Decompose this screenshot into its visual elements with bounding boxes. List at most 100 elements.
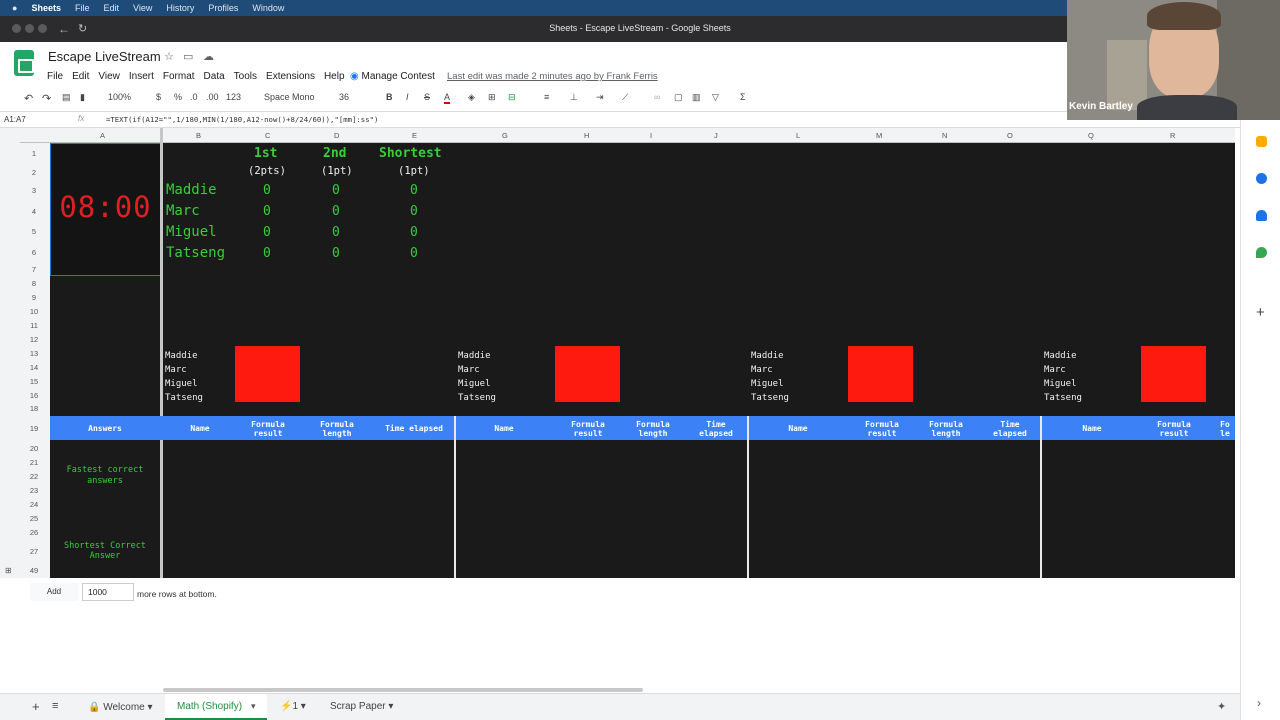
col-header-m[interactable]: M <box>876 131 882 140</box>
font-size-select[interactable]: 36 <box>339 92 349 102</box>
col-header-a[interactable]: A <box>100 131 105 140</box>
tab-dropdown-icon[interactable]: ▾ <box>251 701 256 712</box>
add-rows-button[interactable]: Add <box>30 583 78 601</box>
mac-menu-profiles[interactable]: Profiles <box>208 3 238 13</box>
row-header[interactable]: 13 <box>20 349 48 358</box>
row-header[interactable]: 8 <box>20 279 48 288</box>
all-sheets-icon[interactable]: ≡ <box>52 700 58 712</box>
col-header-n[interactable]: N <box>942 131 947 140</box>
col-header-c[interactable]: C <box>265 131 270 140</box>
increase-decimal-button[interactable]: .00 <box>206 92 219 102</box>
row-header[interactable]: 25 <box>20 514 48 523</box>
sheets-logo-icon[interactable] <box>14 50 34 76</box>
valign-icon[interactable]: ⊥ <box>570 92 578 103</box>
maps-icon[interactable] <box>1256 247 1267 258</box>
mac-menu-view[interactable]: View <box>133 3 152 13</box>
formula-input[interactable]: =TEXT(if(A12="",1/180,MIN(1/180,A12-now(… <box>106 115 378 124</box>
chart-icon[interactable]: ▥ <box>692 92 701 103</box>
row-header[interactable]: 6 <box>20 248 48 257</box>
tasks-icon[interactable] <box>1256 173 1267 184</box>
undo-icon[interactable]: ↶ <box>24 92 33 105</box>
tab-math-shopify[interactable]: Math (Shopify) ▾ <box>165 694 267 720</box>
mac-menu-file[interactable]: File <box>75 3 90 13</box>
menu-insert[interactable]: Insert <box>129 71 154 85</box>
row-header[interactable]: 9 <box>20 293 48 302</box>
menu-data[interactable]: Data <box>204 71 225 85</box>
row-header[interactable]: 23 <box>20 486 48 495</box>
tab-welcome[interactable]: 🔒 Welcome ▾ <box>88 702 153 713</box>
decrease-decimal-button[interactable]: .0 <box>190 92 198 102</box>
menu-tools[interactable]: Tools <box>234 71 257 85</box>
row-header[interactable]: 3 <box>20 186 48 195</box>
app-menu[interactable]: Sheets <box>31 3 61 13</box>
col-header-q[interactable]: Q <box>1088 131 1094 140</box>
zoom-select[interactable]: 100% <box>108 92 131 102</box>
row-header[interactable]: 22 <box>20 472 48 481</box>
format-select[interactable]: 123 <box>226 92 241 102</box>
row-header[interactable]: 12 <box>20 335 48 344</box>
col-header-o[interactable]: O <box>1007 131 1013 140</box>
document-title[interactable]: Escape LiveStream <box>48 49 161 64</box>
print-icon[interactable]: ▤ <box>62 92 71 103</box>
merge-cells-icon[interactable]: ⊟ <box>508 92 516 103</box>
contacts-icon[interactable] <box>1256 210 1267 221</box>
text-color-button[interactable]: A <box>444 92 451 104</box>
row-header[interactable]: 14 <box>20 363 48 372</box>
tab-scrap-paper[interactable]: Scrap Paper ▾ <box>330 701 393 712</box>
redo-icon[interactable]: ↷ <box>42 92 51 105</box>
row-header[interactable]: 15 <box>20 377 48 386</box>
row-header[interactable]: 16 <box>20 391 48 400</box>
comment-icon[interactable]: ▢ <box>674 92 683 103</box>
col-header-e[interactable]: E <box>412 131 417 140</box>
row-header[interactable]: 5 <box>20 227 48 236</box>
expand-rows-icon[interactable]: ⊞ <box>5 566 12 575</box>
menu-view[interactable]: View <box>98 71 120 85</box>
apple-icon[interactable]: ● <box>12 3 17 13</box>
strikethrough-button[interactable]: S <box>424 92 430 102</box>
cloud-status-icon[interactable]: ☁ <box>203 50 214 63</box>
filter-icon[interactable]: ▽ <box>712 92 719 103</box>
functions-button[interactable]: Σ <box>740 92 746 102</box>
row-header[interactable]: 2 <box>20 168 48 177</box>
row-header[interactable]: 49 <box>20 566 48 575</box>
add-sheet-icon[interactable]: + <box>32 699 40 714</box>
menu-format[interactable]: Format <box>163 71 195 85</box>
align-icon[interactable]: ≡ <box>544 92 549 102</box>
font-select[interactable]: Space Mono <box>264 92 315 102</box>
col-header-h[interactable]: H <box>584 131 589 140</box>
link-icon[interactable]: ∞ <box>654 92 660 102</box>
add-rows-count-input[interactable]: 1000 <box>82 583 134 601</box>
italic-button[interactable]: I <box>406 92 409 102</box>
col-header-l[interactable]: L <box>796 131 800 140</box>
frozen-column-divider[interactable] <box>160 128 163 578</box>
bold-button[interactable]: B <box>386 92 393 102</box>
borders-icon[interactable]: ⊞ <box>488 92 496 103</box>
mac-menu-history[interactable]: History <box>166 3 194 13</box>
row-header[interactable]: 20 <box>20 444 48 453</box>
row-header[interactable]: 26 <box>20 528 48 537</box>
manage-contest-menu[interactable]: ◉ Manage Contest <box>350 71 435 82</box>
row-header[interactable]: 18 <box>20 404 48 413</box>
col-header-r[interactable]: R <box>1170 131 1175 140</box>
row-header[interactable]: 21 <box>20 458 48 467</box>
row-header[interactable]: 10 <box>20 307 48 316</box>
row-header[interactable]: 7 <box>20 265 48 274</box>
keep-icon[interactable] <box>1256 136 1267 147</box>
currency-button[interactable]: $ <box>156 92 161 102</box>
show-side-panel-icon[interactable]: › <box>1257 696 1261 710</box>
rotate-icon[interactable]: ⟋ <box>622 92 628 103</box>
move-folder-icon[interactable]: ▭ <box>183 50 193 63</box>
percent-button[interactable]: % <box>174 92 182 102</box>
row-header[interactable]: 1 <box>20 149 48 158</box>
paint-format-icon[interactable]: ▮ <box>80 92 85 103</box>
star-icon[interactable]: ☆ <box>164 50 174 63</box>
select-all-corner[interactable] <box>0 128 20 143</box>
fill-color-icon[interactable]: ◈ <box>468 92 475 103</box>
menu-extensions[interactable]: Extensions <box>266 71 315 85</box>
row-header[interactable]: 4 <box>20 207 48 216</box>
row-header[interactable]: 19 <box>20 424 48 433</box>
row-header[interactable]: 27 <box>20 547 48 556</box>
col-header-b[interactable]: B <box>196 131 201 140</box>
mac-menu-window[interactable]: Window <box>252 3 284 13</box>
col-header-d[interactable]: D <box>334 131 339 140</box>
